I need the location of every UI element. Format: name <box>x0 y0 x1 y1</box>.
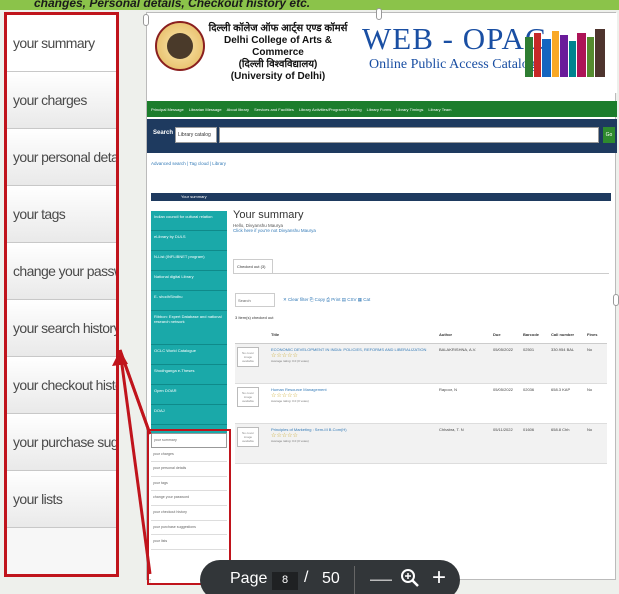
table-row: No cover image available Principles of M… <box>235 423 607 464</box>
zoom-item-change-password[interactable]: change your password <box>7 243 116 300</box>
sidebar-link[interactable]: E- shodhSindhu <box>151 291 227 311</box>
breadcrumb: Your summary <box>151 193 611 201</box>
sidebar-link[interactable]: Shodhganga e-Theses <box>151 365 227 385</box>
resize-handle[interactable] <box>143 14 149 26</box>
zoom-item-checkout-history[interactable]: your checkout history <box>7 357 116 414</box>
opac-title: WEB - OPAC <box>362 21 547 56</box>
sidebar-link[interactable]: National digital Library <box>151 271 227 291</box>
page-label: Page <box>230 570 268 587</box>
col-call-number[interactable]: Call number <box>549 327 585 344</box>
sidebar-link[interactable]: Indian council for cultural relation <box>151 211 227 231</box>
zoom-item-personal-details[interactable]: your personal details <box>7 129 116 186</box>
star-rating-icon[interactable]: ☆☆☆☆☆ <box>271 432 435 439</box>
nav-item[interactable]: About library <box>227 107 249 112</box>
table-row: No cover image available Human Resource … <box>235 383 607 424</box>
col-barcode[interactable]: Barcode <box>521 327 549 344</box>
sidebar-link[interactable]: eLibrary by DULS <box>151 231 227 251</box>
table-row: No cover image available ECONOMIC DEVELO… <box>235 343 607 384</box>
zoom-out-button[interactable]: — <box>370 566 392 592</box>
col-title[interactable]: Title <box>269 327 437 344</box>
zoom-item-summary[interactable]: your summary <box>7 15 116 72</box>
greeting: Hello, Divyanshu Maurya Click here if yo… <box>233 223 316 233</box>
checkout-table: Title Author Due Barcode Call number Fin… <box>235 327 607 464</box>
sidebar-link[interactable]: DOAJ <box>151 405 227 425</box>
catalog-select[interactable]: Library catalog <box>175 127 217 143</box>
search-label: Search <box>153 130 174 136</box>
nav-item[interactable]: Services and Facilities <box>254 107 294 112</box>
sidebar-link[interactable]: OCLC World Catalogue <box>151 345 227 365</box>
col-due[interactable]: Due <box>491 327 521 344</box>
resize-handle[interactable] <box>613 294 619 306</box>
nav-item[interactable]: Principal Message <box>151 107 184 112</box>
star-rating-icon[interactable]: ☆☆☆☆☆ <box>271 352 435 359</box>
table-toolbar[interactable]: ✕ Clear filter ⎘ Copy ⎙ Print ▤ CSV ▦ Ca… <box>283 297 370 303</box>
college-name: दिल्ली कॉलेज ऑफ आर्ट्स एण्ड कॉमर्स Delhi… <box>208 23 348 82</box>
tab-checked-out[interactable]: Checked out (3) <box>233 259 273 273</box>
title-link[interactable]: ECONOMIC DEVELOPMENT IN INDIA: POLICIES,… <box>271 347 435 352</box>
cover-placeholder: No cover image available <box>237 346 259 367</box>
col-fines[interactable]: Fines <box>585 327 607 344</box>
college-logo <box>155 21 205 71</box>
sidebar-link[interactable]: Ribbon: Expert Database and national res… <box>151 311 227 345</box>
opac-subtitle: Online Public Access Catalog <box>369 57 536 72</box>
books-icon <box>525 29 605 77</box>
page-title: Your summary <box>233 209 304 221</box>
zoomed-menu-panel: your summary your charges your personal … <box>4 12 119 577</box>
cover-placeholder: No cover image available <box>237 386 259 407</box>
zoom-item-search-history[interactable]: your search history <box>7 300 116 357</box>
star-rating-icon[interactable]: ☆☆☆☆☆ <box>271 392 435 399</box>
col-author[interactable]: Author <box>437 327 491 344</box>
zoom-in-button[interactable]: + <box>432 564 446 592</box>
zoom-icon[interactable] <box>400 568 420 588</box>
page-header: दिल्ली कॉलेज ऑफ आर्ट्स एण्ड कॉमर्स Delhi… <box>147 13 617 93</box>
advanced-links[interactable]: Advanced search | Tag cloud | Library <box>151 161 226 166</box>
table-search-input[interactable]: Search <box>235 293 275 307</box>
nav-item[interactable]: Library Activities/Programs/Training <box>299 107 362 112</box>
sidebar-link[interactable]: N-List (INFLIBNET program) <box>151 251 227 271</box>
search-input[interactable] <box>219 127 599 143</box>
zoom-item-lists[interactable]: your lists <box>7 471 116 528</box>
page-total: 50 <box>322 570 340 587</box>
opac-page-screenshot: दिल्ली कॉलेज ऑफ आर्ट्स एण्ड कॉमर्स Delhi… <box>146 12 617 585</box>
page-number-input[interactable]: 8 <box>272 572 298 590</box>
page-navigator: Page 8 / 50 — + <box>200 560 460 594</box>
nav-bar: Principal Message Librarian Message Abou… <box>147 101 617 117</box>
not-you-link[interactable]: Click here if you're not Divyanshu Maury… <box>233 228 316 233</box>
checked-out-count: 3 Item(s) checked out <box>235 315 274 320</box>
nav-item[interactable]: Library Forms <box>367 107 392 112</box>
nav-item[interactable]: Librarian Message <box>189 107 222 112</box>
search-bar: Search Library catalog Go <box>147 119 617 153</box>
cover-placeholder: No cover image available <box>237 426 259 447</box>
nav-item[interactable]: Library Team <box>428 107 451 112</box>
zoom-item-charges[interactable]: your charges <box>7 72 116 129</box>
nav-item[interactable]: Library Timings <box>396 107 423 112</box>
sidebar-link[interactable]: Open DOAR <box>151 385 227 405</box>
summary-main: Your summary Hello, Divyanshu Maurya Cli… <box>233 209 609 509</box>
zoom-item-tags[interactable]: your tags <box>7 186 116 243</box>
zoom-item-purchase-suggestions[interactable]: your purchase suggestions <box>7 414 116 471</box>
resize-handle[interactable] <box>376 8 382 20</box>
go-button[interactable]: Go <box>603 127 615 143</box>
caption-text: changes, Personal details, Checkout hist… <box>34 0 311 10</box>
resources-sidebar: Indian council for cultural relation eLi… <box>151 211 227 433</box>
